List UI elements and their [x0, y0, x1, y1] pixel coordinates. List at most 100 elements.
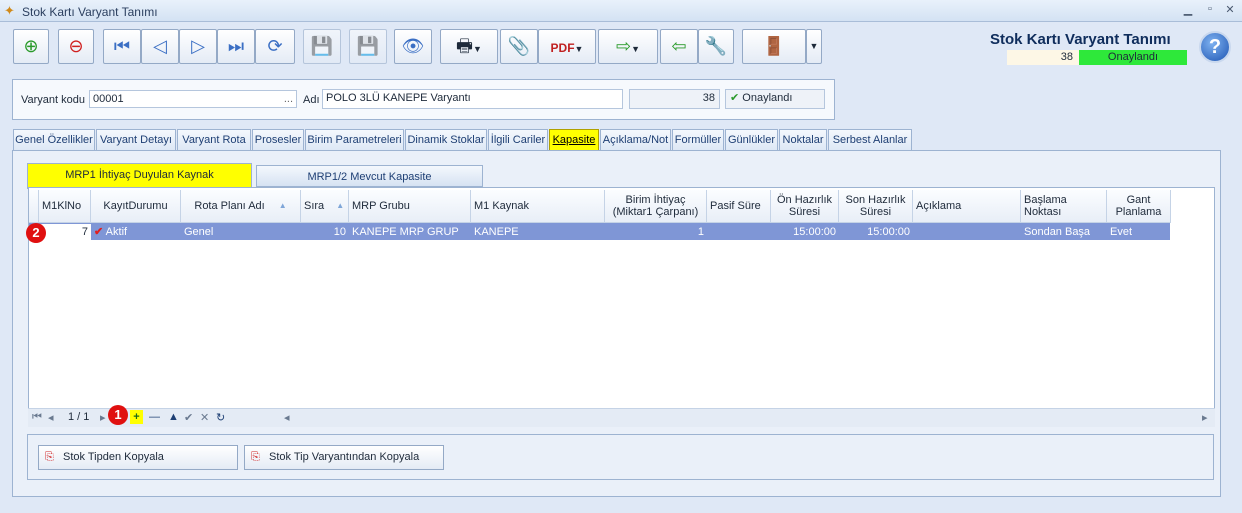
printer-icon: 🖶 [456, 36, 474, 56]
ellipsis-icon[interactable]: ... [284, 91, 293, 107]
col-header-route-plan-text: Rota Planı Adı [194, 200, 265, 212]
confirm-icon[interactable]: ✔ [184, 411, 193, 424]
previous-page-icon[interactable]: ◂ [48, 411, 54, 424]
last-icon: ⏭ [227, 36, 245, 56]
copy-from-variant-button[interactable]: ⎘ Stok Tip Varyantından Kopyala [244, 445, 444, 470]
cell-gantt[interactable]: Evet [1107, 224, 1171, 240]
tab-general[interactable]: Genel Özellikler [13, 129, 95, 151]
next-page-icon[interactable]: ▸ [100, 411, 106, 424]
variant-count-field: 38 [629, 89, 720, 109]
cell-pre-setup[interactable]: 15:00:00 [771, 224, 839, 240]
col-header-route-plan[interactable]: Rota Planı Adı ▲ [181, 190, 301, 223]
col-header-pre-setup[interactable]: Ön Hazırlık Süresi [771, 190, 839, 223]
scroll-right-icon[interactable]: ▸ [1202, 411, 1208, 424]
copy-icon: ⎘ [45, 451, 54, 463]
print-button[interactable]: 🖶▼ [440, 29, 498, 64]
variant-code-input[interactable]: 00001... [89, 90, 297, 108]
tab-variant-route[interactable]: Varyant Rota [177, 129, 251, 151]
col-header-passive-time[interactable]: Pasif Süre [707, 190, 771, 223]
save-cancel-icon: 💾 [356, 36, 380, 56]
refresh-icon[interactable]: ↻ [216, 411, 225, 424]
exit-dropdown-button[interactable]: ▼ [806, 29, 822, 64]
close-icon[interactable]: ✕ [1221, 3, 1239, 19]
refresh-button[interactable]: ⟳ [255, 29, 295, 64]
last-record-button[interactable]: ⏭ [217, 29, 255, 64]
previous-record-button[interactable]: ◁ [141, 29, 179, 64]
tab-description[interactable]: Açıklama/Not [600, 129, 671, 151]
cell-start-point[interactable]: Sondan Başa [1021, 224, 1107, 240]
tab-points[interactable]: Noktalar [779, 129, 827, 151]
cell-status[interactable]: ✔ Aktif [91, 224, 181, 240]
tab-capacity[interactable]: Kapasite [549, 129, 599, 151]
col-header-unit-need[interactable]: Birim İhtiyaç (Miktar1 Çarpanı) [605, 190, 707, 223]
pdf-export-button[interactable]: PDF▼ [538, 29, 596, 64]
col-header-gantt[interactable]: Gant Planlama [1107, 190, 1171, 223]
col-header-start-point[interactable]: Başlama Noktası [1021, 190, 1107, 223]
marker-two: 2 [26, 223, 46, 243]
exit-button[interactable]: 🚪 [742, 29, 806, 64]
sort-up-icon: ▲ [278, 201, 287, 210]
wrench-icon: 🔧 [704, 36, 728, 56]
first-record-button[interactable]: ⏮ [103, 29, 141, 64]
minimize-icon[interactable]: ▁ [1179, 3, 1197, 19]
cell-mrp-group[interactable]: KANEPE MRP GRUP [349, 224, 471, 240]
col-header-m1klno[interactable]: M1KlNo [39, 190, 91, 223]
marker-one: 1 [108, 405, 128, 425]
col-header-mrp-group[interactable]: MRP Grubu [349, 190, 471, 223]
variant-name-input[interactable]: POLO 3LÜ KANEPE Varyantı [322, 89, 623, 109]
scroll-left-icon[interactable]: ◂ [284, 411, 290, 424]
attach-button[interactable]: 📎 [500, 29, 538, 64]
first-page-icon[interactable]: ⏮ [32, 411, 42, 424]
add-row-icon[interactable]: + [130, 410, 143, 424]
col-header-description[interactable]: Açıklama [913, 190, 1021, 223]
maximize-icon[interactable]: ▫ [1201, 3, 1219, 19]
cell-m1klno[interactable]: 7 [39, 224, 91, 240]
copy-icon: ⎘ [251, 451, 260, 463]
cell-sequence[interactable]: 10 [301, 224, 349, 240]
cancel-save-button[interactable]: 💾 [349, 29, 387, 64]
variant-name-label: Adı [303, 94, 320, 106]
tab-dynamic-stocks[interactable]: Dinamik Stoklar [405, 129, 487, 151]
copy-from-type-button[interactable]: ⎘ Stok Tipden Kopyala [38, 445, 238, 470]
col-header-sequence-text: Sıra [304, 200, 325, 212]
cell-description[interactable] [913, 224, 1021, 240]
add-document-icon: ⊕ [23, 36, 39, 56]
subtab-mrp-capacity[interactable]: MRP1/2 Mevcut Kapasite [256, 165, 483, 187]
delete-row-icon[interactable]: — [149, 411, 160, 423]
import-button[interactable]: ⇦ [660, 29, 698, 64]
tab-variant-detail[interactable]: Varyant Detayı [96, 129, 176, 151]
cell-unit-need[interactable]: 1 [605, 224, 707, 240]
variant-code-value: 00001 [93, 93, 124, 105]
col-header-sequence[interactable]: Sıra ▲ [301, 190, 349, 223]
cell-m1-resource[interactable]: KANEPE [471, 224, 605, 240]
previous-icon: ◁ [153, 36, 167, 56]
cell-post-setup[interactable]: 15:00:00 [839, 224, 913, 240]
question-icon: ? [1208, 36, 1222, 58]
tab-related-accounts[interactable]: İlgili Cariler [488, 129, 548, 151]
butterfly-icon: ✦ [4, 3, 15, 18]
cancel-icon[interactable]: ✕ [200, 411, 209, 424]
subtab-mrp1-resource[interactable]: MRP1 İhtiyaç Duyulan Kaynak [27, 163, 252, 189]
save-button[interactable]: 💾 [303, 29, 341, 64]
col-header-post-setup[interactable]: Son Hazırlık Süresi [839, 190, 913, 223]
preview-button[interactable]: 👁 [394, 29, 432, 64]
next-icon: ▷ [191, 36, 205, 56]
tab-logs[interactable]: Günlükler [725, 129, 778, 151]
tab-free-fields[interactable]: Serbest Alanlar [828, 129, 912, 151]
settings-button[interactable]: 🔧 [698, 29, 734, 64]
next-record-button[interactable]: ▷ [179, 29, 217, 64]
tab-processes[interactable]: Prosesler [252, 129, 304, 151]
col-header-status[interactable]: KayıtDurumu [91, 190, 181, 223]
tab-formulas[interactable]: Formüller [672, 129, 724, 151]
cell-route-plan[interactable]: Genel [181, 224, 301, 240]
record-number: 38 [1007, 50, 1079, 65]
tab-unit-parameters[interactable]: Birim Parametreleri [305, 129, 404, 151]
delete-record-button[interactable]: ⊖ [58, 29, 94, 64]
help-button[interactable]: ? [1199, 31, 1231, 63]
col-header-m1-resource[interactable]: M1 Kaynak [471, 190, 605, 223]
new-record-button[interactable]: ⊕ [13, 29, 49, 64]
cell-passive-time[interactable] [707, 224, 771, 240]
export-button[interactable]: ⇨▼ [598, 29, 658, 64]
pdf-icon: PDF [550, 41, 575, 55]
move-up-icon[interactable]: ▲ [168, 411, 179, 423]
